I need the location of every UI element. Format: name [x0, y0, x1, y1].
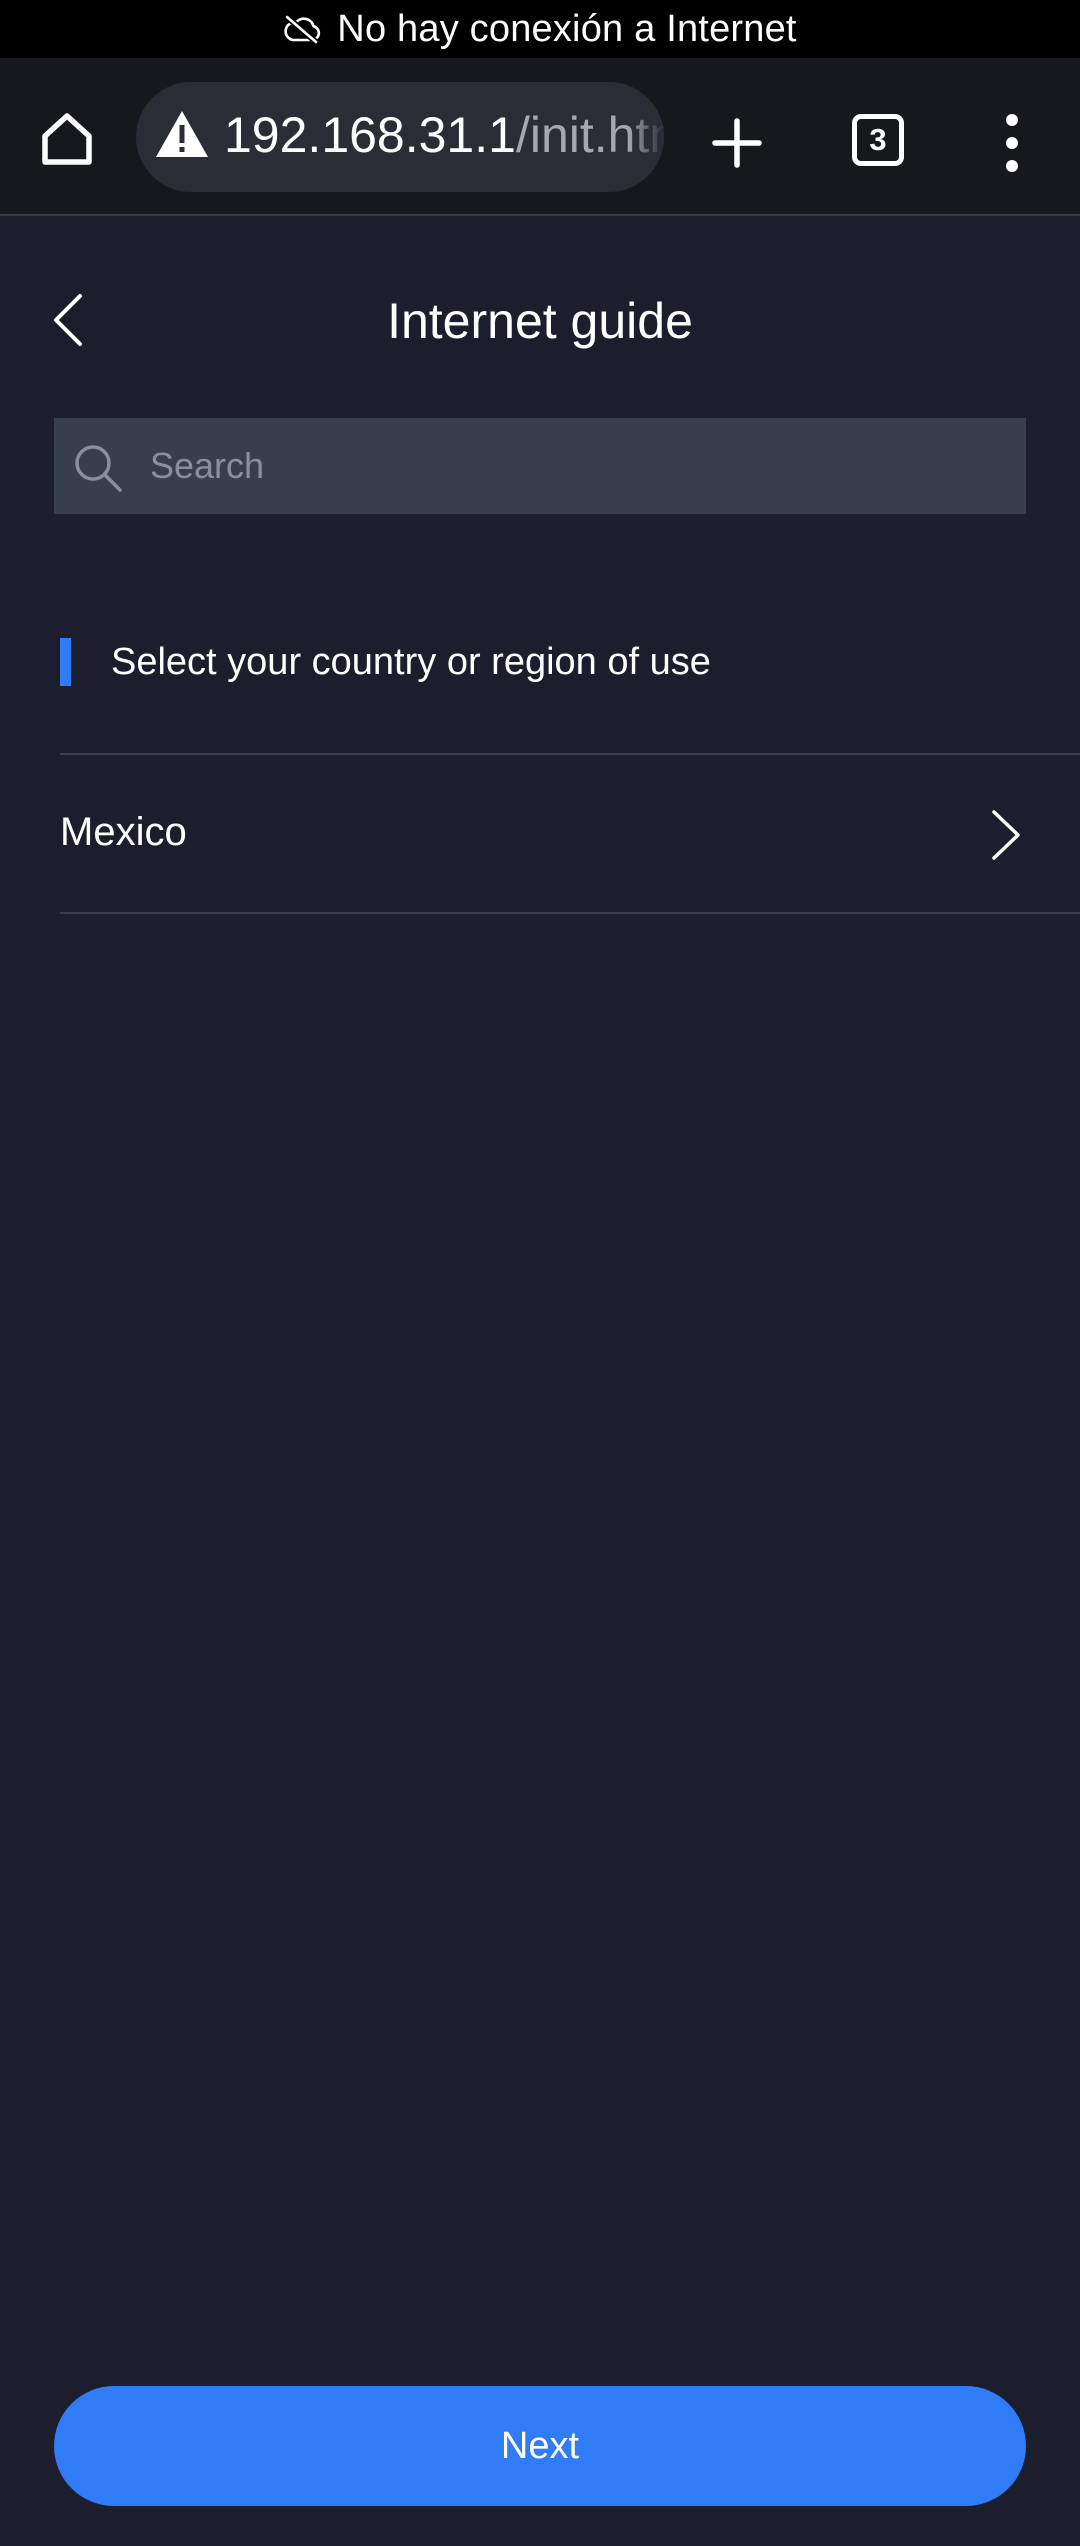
- page-title: Internet guide: [387, 293, 693, 349]
- section-title: Select your country or region of use: [111, 640, 711, 683]
- country-label: Mexico: [60, 810, 187, 854]
- connection-status-banner: No hay conexión a Internet: [0, 0, 1080, 58]
- tab-count: 3: [869, 122, 887, 157]
- section-accent-bar: [60, 638, 71, 686]
- address-bar[interactable]: 192.168.31.1/init.htm: [136, 82, 664, 192]
- url-host: 192.168.31.1: [224, 107, 516, 163]
- divider: [60, 753, 1080, 755]
- home-button[interactable]: [30, 106, 104, 172]
- browser-toolbar: 192.168.31.1/init.htm 3: [0, 58, 1080, 216]
- home-icon: [42, 113, 92, 165]
- more-options-button[interactable]: [990, 108, 1034, 178]
- next-button[interactable]: Next: [54, 2386, 1026, 2506]
- plus-icon: [712, 118, 762, 168]
- cloud-off-icon: [284, 14, 321, 44]
- section-header: Select your country or region of use: [60, 638, 711, 686]
- status-text: No hay conexión a Internet: [337, 7, 797, 50]
- more-vert-icon: [1006, 114, 1018, 126]
- search-input[interactable]: [138, 418, 1008, 514]
- new-tab-button[interactable]: [702, 108, 772, 178]
- warning-icon: [156, 111, 208, 157]
- divider: [60, 912, 1080, 914]
- tab-switcher-button[interactable]: 3: [852, 114, 904, 166]
- url-text: 192.168.31.1/init.htm: [224, 106, 664, 164]
- search-box[interactable]: [54, 418, 1026, 514]
- search-icon: [75, 445, 122, 492]
- chevron-right-icon: [992, 810, 1020, 860]
- country-selector[interactable]: Mexico: [60, 756, 1080, 912]
